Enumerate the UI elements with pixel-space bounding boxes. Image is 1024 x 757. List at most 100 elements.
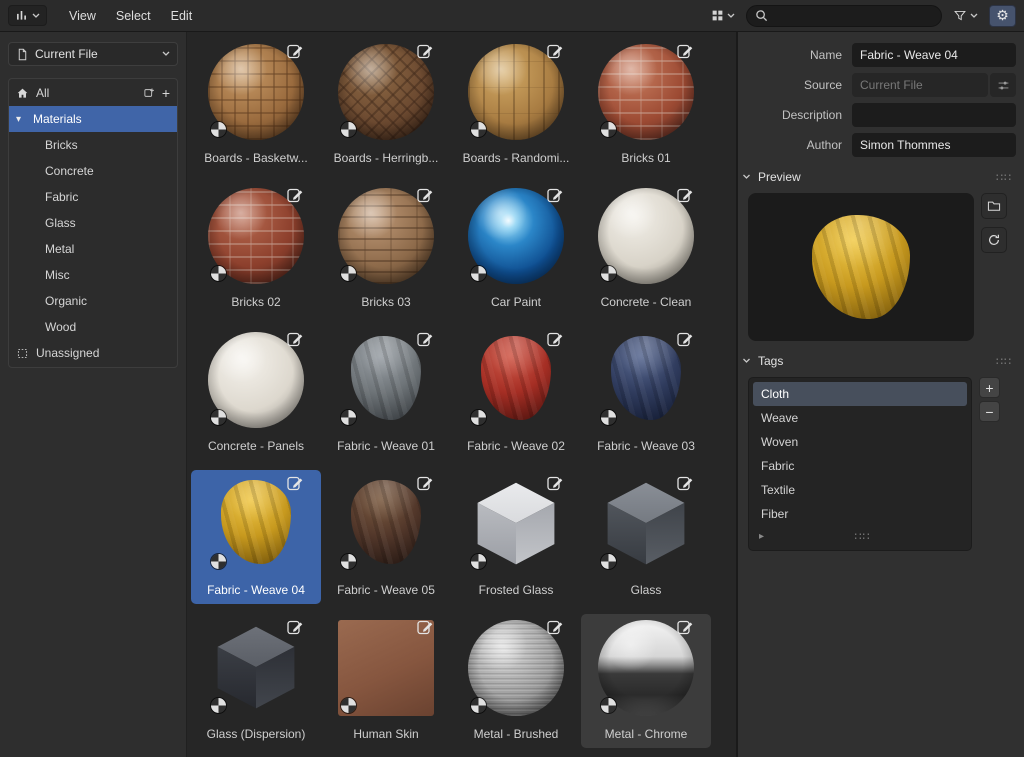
settings-button[interactable]: ⚙ xyxy=(989,5,1016,27)
edit-asset-icon[interactable] xyxy=(416,330,434,348)
edit-asset-icon[interactable] xyxy=(676,474,694,492)
description-field[interactable] xyxy=(852,103,1016,127)
asset-thumbnail xyxy=(598,332,694,428)
asset-item[interactable]: Frosted Glass xyxy=(451,470,581,604)
edit-asset-icon[interactable] xyxy=(416,618,434,636)
catalog-fabric[interactable]: Fabric xyxy=(9,184,177,210)
tag-woven[interactable]: Woven xyxy=(753,430,967,454)
edit-asset-icon[interactable] xyxy=(546,186,564,204)
asset-label: Car Paint xyxy=(451,294,581,310)
menu-view[interactable]: View xyxy=(59,5,106,27)
asset-item[interactable]: Glass (Dispersion) xyxy=(191,614,321,748)
asset-item[interactable]: Boards - Basketw... xyxy=(191,38,321,172)
asset-item[interactable]: Bricks 02 xyxy=(191,182,321,316)
asset-item[interactable]: Glass xyxy=(581,470,711,604)
disclosure-triangle-icon[interactable]: ▾ xyxy=(16,114,26,125)
asset-item[interactable]: Fabric - Weave 04 xyxy=(191,470,321,604)
search-icon xyxy=(755,9,768,22)
asset-grid: Boards - Basketw... Boards - Herringb...… xyxy=(187,32,736,757)
edit-asset-icon[interactable] xyxy=(546,330,564,348)
asset-item[interactable]: Fabric - Weave 01 xyxy=(321,326,451,460)
catalog-unassigned[interactable]: Unassigned xyxy=(9,340,177,366)
catalog-concrete[interactable]: Concrete xyxy=(9,158,177,184)
menu-edit[interactable]: Edit xyxy=(161,5,203,27)
asset-item[interactable]: Concrete - Clean xyxy=(581,182,711,316)
source-options-button[interactable] xyxy=(990,73,1016,97)
panel-grip-icon[interactable]: ∷∷ xyxy=(996,355,1012,368)
tags-panel-header[interactable]: Tags ∷∷ xyxy=(742,349,1016,373)
tag-cloth[interactable]: Cloth xyxy=(753,382,967,406)
edit-asset-icon[interactable] xyxy=(286,186,304,204)
asset-item[interactable]: Fabric - Weave 02 xyxy=(451,326,581,460)
asset-item[interactable]: Bricks 03 xyxy=(321,182,451,316)
topbar-right-cluster: ⚙ xyxy=(706,5,1016,27)
asset-label: Fabric - Weave 01 xyxy=(321,438,451,454)
display-mode-button[interactable] xyxy=(706,5,740,26)
edit-asset-icon[interactable] xyxy=(676,186,694,204)
edit-asset-icon[interactable] xyxy=(286,474,304,492)
asset-item[interactable]: Metal - Brushed xyxy=(451,614,581,748)
load-custom-preview-button[interactable] xyxy=(981,193,1007,219)
asset-item[interactable]: Concrete - Panels xyxy=(191,326,321,460)
edit-asset-icon[interactable] xyxy=(416,42,434,60)
edit-asset-icon[interactable] xyxy=(676,330,694,348)
asset-item[interactable]: Human Skin xyxy=(321,614,451,748)
catalog-metal[interactable]: Metal xyxy=(9,236,177,262)
expand-filter-icon[interactable]: ▸ xyxy=(759,531,764,542)
asset-library-select[interactable]: Current File xyxy=(8,42,178,66)
edit-asset-icon[interactable] xyxy=(676,42,694,60)
remove-tag-button[interactable]: − xyxy=(979,401,1000,422)
edit-asset-icon[interactable] xyxy=(416,186,434,204)
catalog-wood[interactable]: Wood xyxy=(9,314,177,340)
material-type-icon xyxy=(471,698,486,713)
add-tag-button[interactable]: + xyxy=(979,377,1000,398)
search-box[interactable] xyxy=(746,5,942,27)
panel-grip-icon[interactable]: ∷∷ xyxy=(996,171,1012,184)
catalog-organic[interactable]: Organic xyxy=(9,288,177,314)
tags-list-footer: ▸ ∷∷ xyxy=(753,526,967,546)
preview-panel-header[interactable]: Preview ∷∷ xyxy=(742,165,1016,189)
asset-item[interactable]: Car Paint xyxy=(451,182,581,316)
edit-asset-icon[interactable] xyxy=(546,618,564,636)
name-field[interactable]: Fabric - Weave 04 xyxy=(852,43,1016,67)
name-label: Name xyxy=(738,48,852,62)
asset-item[interactable]: Bricks 01 xyxy=(581,38,711,172)
asset-label: Human Skin xyxy=(321,726,451,742)
edit-asset-icon[interactable] xyxy=(546,474,564,492)
catalog-misc[interactable]: Misc xyxy=(9,262,177,288)
edit-asset-icon[interactable] xyxy=(286,330,304,348)
edit-asset-icon[interactable] xyxy=(286,42,304,60)
catalog-materials[interactable]: ▾Materials xyxy=(9,106,177,132)
new-catalog-icon[interactable] xyxy=(143,87,155,99)
edit-asset-icon[interactable] xyxy=(416,474,434,492)
author-field[interactable]: Simon Thommes xyxy=(852,133,1016,157)
asset-item[interactable]: Boards - Herringb... xyxy=(321,38,451,172)
asset-item[interactable]: Fabric - Weave 03 xyxy=(581,326,711,460)
catalog-bricks[interactable]: Bricks xyxy=(9,132,177,158)
asset-thumbnail xyxy=(598,476,694,572)
editor-type-button[interactable] xyxy=(8,5,47,26)
add-catalog-button[interactable]: + xyxy=(162,86,170,100)
asset-item[interactable]: Boards - Randomi... xyxy=(451,38,581,172)
chevron-down-icon xyxy=(162,51,170,57)
tag-weave[interactable]: Weave xyxy=(753,406,967,430)
refresh-preview-button[interactable] xyxy=(981,227,1007,253)
edit-asset-icon[interactable] xyxy=(286,618,304,636)
material-type-icon xyxy=(341,698,356,713)
author-row: Author Simon Thommes xyxy=(738,133,1016,157)
edit-asset-icon[interactable] xyxy=(546,42,564,60)
catalog-all[interactable]: All + xyxy=(9,80,177,106)
tag-fabric[interactable]: Fabric xyxy=(753,454,967,478)
filter-button[interactable] xyxy=(948,5,983,26)
catalog-glass[interactable]: Glass xyxy=(9,210,177,236)
asset-label: Concrete - Panels xyxy=(191,438,321,454)
edit-asset-icon[interactable] xyxy=(676,618,694,636)
asset-item[interactable]: Metal - Chrome xyxy=(581,614,711,748)
search-input[interactable] xyxy=(773,8,933,24)
tag-fiber[interactable]: Fiber xyxy=(753,502,967,526)
material-preview-render xyxy=(351,480,421,564)
asset-item[interactable]: Fabric - Weave 05 xyxy=(321,470,451,604)
list-resize-grip-icon[interactable]: ∷∷ xyxy=(855,530,871,543)
menu-select[interactable]: Select xyxy=(106,5,161,27)
tag-textile[interactable]: Textile xyxy=(753,478,967,502)
